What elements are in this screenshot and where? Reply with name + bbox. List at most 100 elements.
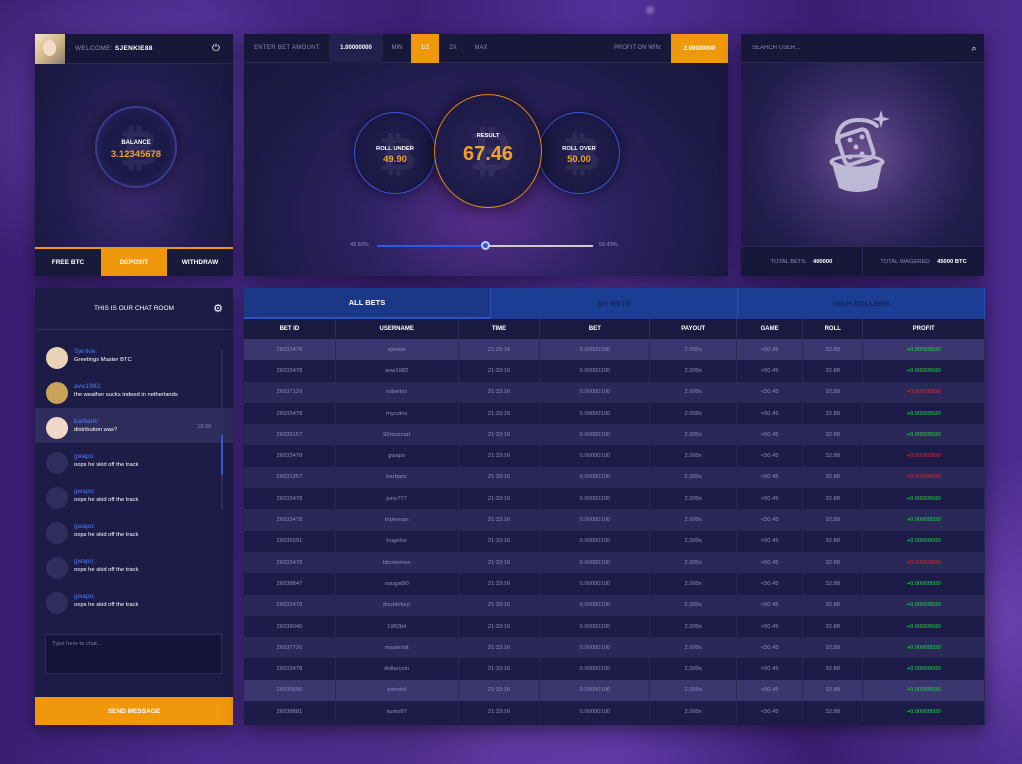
chat-message[interactable]: barbarik: distribution was? 19:30: [35, 408, 233, 443]
table-cell-payout: 2.000x: [649, 594, 738, 616]
table-row[interactable]: 26038881 sumo87 21:33:16 0.00000100 2.000x <5…: [244, 701, 985, 723]
table-cell-username[interactable]: sjenkie: [335, 339, 459, 361]
avatar[interactable]: [46, 382, 68, 404]
avatar[interactable]: [46, 452, 68, 474]
avatar[interactable]: [46, 557, 68, 579]
avatar[interactable]: [46, 347, 68, 369]
chat-username[interactable]: avw1982:: [74, 383, 233, 390]
table-row[interactable]: 26037720 masterbit 21:33:16 0.00000100 2.000…: [244, 637, 985, 659]
table-cell-username[interactable]: avw1982: [335, 360, 459, 382]
column-header[interactable]: USERNAME: [335, 319, 459, 339]
avatar[interactable]: [46, 417, 68, 439]
min-button[interactable]: MIN: [383, 34, 411, 63]
roll-under-button[interactable]: ₿ ROLL UNDER 49.90: [354, 112, 436, 194]
column-header[interactable]: GAME: [736, 319, 804, 339]
table-row[interactable]: 26039157 90mozzart 21:33:16 0.00000100 2.000…: [244, 424, 985, 446]
slider-handle[interactable]: [480, 241, 490, 250]
table-row[interactable]: 26038847 nougat90 21:33:16 0.00000100 2.000x…: [244, 573, 985, 595]
avatar[interactable]: [46, 522, 68, 544]
table-row[interactable]: 26039045 1982bit 21:33:16 0.00000100 2.000x <…: [244, 615, 985, 638]
table-cell-username[interactable]: masterbit: [335, 637, 459, 659]
table-cell-game: <50.45: [736, 488, 804, 510]
tab-all-bets[interactable]: ALL BETS: [244, 288, 491, 319]
table-cell-username[interactable]: nougat90: [335, 573, 459, 595]
chat-message[interactable]: gwapo: oops he skid off the track: [35, 443, 233, 478]
table-row[interactable]: 26033478 bitcoinman 21:33:16 0.00000100 2.00…: [244, 551, 985, 574]
chat-message[interactable]: gwapo: oops he skid off the track: [35, 583, 233, 618]
chat-username[interactable]: gwapo:: [74, 593, 233, 600]
column-header[interactable]: BET ID: [244, 319, 336, 339]
table-row[interactable]: 26031257 barbaric 21:33:16 0.00000100 2.000x…: [244, 466, 985, 489]
max-button[interactable]: MAX: [467, 34, 495, 63]
chat-message[interactable]: gwapo: oops he skid off the track: [35, 513, 233, 548]
table-cell-username[interactable]: mycoins: [335, 402, 459, 425]
table-cell-username[interactable]: robertxx: [335, 381, 459, 403]
table-row[interactable]: 26033478 sjenkie 21:33:16 0.00000100 2.000x <…: [244, 339, 985, 361]
chat-username[interactable]: gwapo:: [74, 488, 233, 495]
table-row[interactable]: 26033478 tripleman 21:33:16 0.00000100 2.000…: [244, 509, 985, 531]
chance-slider[interactable]: 49.50% 50.49%: [244, 238, 728, 254]
table-cell-username[interactable]: barbaric: [335, 466, 459, 489]
table-row[interactable]: 26033478 avw1982 21:33:16 0.00000100 2.000x <…: [244, 360, 985, 382]
tab-high-rollers[interactable]: HIGH ROLLERS: [738, 288, 985, 319]
profit-value[interactable]: 2.00000000: [671, 34, 728, 63]
table-row[interactable]: 26033478 mycoins 21:33:16 0.00000100 2.000x <…: [244, 402, 985, 425]
table-row[interactable]: 26035690 extrebit 21:33:16 0.00000100 2.000x…: [244, 679, 985, 702]
chat-scrollbar[interactable]: [221, 350, 223, 510]
table-row[interactable]: 26033478 dollarcoin 21:33:16 0.00000100 2.00…: [244, 658, 985, 680]
chat-message[interactable]: gwapo: oops he skid off the track: [35, 478, 233, 513]
chat-message[interactable]: avw1982: the weather sucks indeed in neth…: [35, 373, 233, 408]
chat-username[interactable]: gwapo:: [74, 558, 233, 565]
search-user-input[interactable]: [741, 34, 964, 63]
table-row[interactable]: 26033478 doublefour 21:33:16 0.00000100 2.00…: [244, 594, 985, 616]
table-row[interactable]: 26035591 hugefox 21:33:16 0.00000100 2.000x <…: [244, 530, 985, 552]
free-btc-button[interactable]: FREE BTC: [35, 249, 101, 276]
deposit-button[interactable]: DEPOSIT: [101, 249, 167, 276]
table-cell-username[interactable]: bitcoinman: [335, 551, 459, 574]
table-cell-username[interactable]: extrebit: [335, 679, 459, 702]
power-icon[interactable]: ⏻: [209, 42, 223, 56]
table-cell-game: <50.45: [736, 360, 804, 382]
table-row[interactable]: 26033478 juno777 21:33:16 0.00000100 2.000x <…: [244, 488, 985, 510]
half-button[interactable]: 1/2: [411, 34, 439, 63]
roll-over-button[interactable]: ₿ ROLL OVER 50.00: [538, 112, 620, 194]
tab-my-bets[interactable]: MY BETS: [491, 288, 738, 319]
avatar[interactable]: [46, 592, 68, 614]
table-cell-username[interactable]: gwapo: [335, 445, 459, 467]
table-cell-username[interactable]: dollarcoin: [335, 658, 459, 680]
table-cell-username[interactable]: hugefox: [335, 530, 459, 552]
slider-track[interactable]: [377, 241, 593, 250]
chat-message-list[interactable]: Sjenkie: Greetings Master BTC avw1982: the …: [35, 338, 233, 623]
column-header[interactable]: PAYOUT: [649, 319, 738, 339]
column-header[interactable]: PROFIT: [862, 319, 985, 339]
avatar[interactable]: [35, 34, 65, 64]
bet-amount-input[interactable]: 1.00000000: [329, 34, 383, 63]
gear-icon[interactable]: ⚙: [213, 302, 223, 315]
table-cell-game: <50.45: [736, 658, 804, 680]
table-cell-username[interactable]: tripleman: [335, 509, 459, 531]
table-row[interactable]: 26033478 gwapo 21:33:16 0.00000100 2.000x <50…: [244, 445, 985, 467]
chat-username[interactable]: Sjenkie:: [74, 348, 233, 355]
column-header[interactable]: BET: [539, 319, 651, 339]
avatar[interactable]: [46, 487, 68, 509]
double-button[interactable]: 2X: [439, 34, 467, 63]
table-cell-username[interactable]: juno777: [335, 488, 459, 510]
chat-username[interactable]: gwapo:: [74, 523, 233, 530]
chat-input[interactable]: [45, 634, 222, 674]
column-header[interactable]: ROLL: [802, 319, 864, 339]
chat-message[interactable]: gwapo: oops he skid off the track: [35, 548, 233, 583]
withdraw-button[interactable]: WITHDRAW: [167, 249, 233, 276]
table-cell-username[interactable]: 90mozzart: [335, 424, 459, 446]
table-cell-username[interactable]: sumo87: [335, 701, 459, 723]
chat-scrollbar-thumb[interactable]: [221, 435, 223, 475]
table-cell-username[interactable]: doublefour: [335, 594, 459, 616]
chat-message[interactable]: Sjenkie: Greetings Master BTC: [35, 338, 233, 373]
chat-message-text: the weather sucks indeed in netherlands: [74, 392, 178, 398]
search-icon[interactable]: ⌕: [964, 43, 984, 54]
chat-message-text: oops he skid off the track: [74, 462, 139, 468]
table-row[interactable]: 26037129 robertxx 21:33:16 0.00000100 2.000x…: [244, 381, 985, 403]
send-message-button[interactable]: SEND MESSAGE: [35, 697, 233, 725]
column-header[interactable]: TIME: [458, 319, 541, 339]
chat-username[interactable]: gwapo:: [74, 453, 233, 460]
table-cell-username[interactable]: 1982bit: [335, 615, 459, 638]
